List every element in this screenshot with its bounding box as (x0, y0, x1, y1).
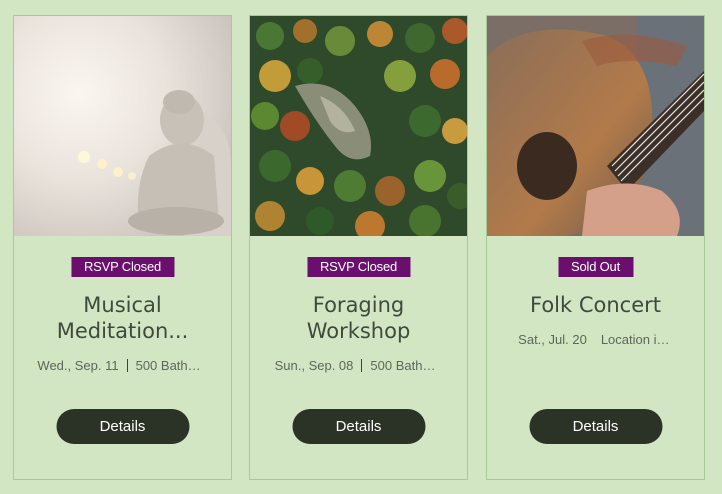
event-image[interactable] (250, 16, 467, 236)
event-card: RSVP Closed Musical Meditation... Wed., … (13, 15, 232, 480)
details-button[interactable]: Details (529, 409, 662, 444)
event-meta: Sun., Sep. 08 500 Bathurst St (256, 358, 461, 373)
guitar-image (487, 16, 704, 236)
event-location: 500 Bathurst St (135, 358, 208, 373)
event-date: Sun., Sep. 08 (274, 358, 354, 373)
divider (126, 359, 128, 372)
status-badge: RSVP Closed (306, 257, 411, 277)
event-date: Wed., Sep. 11 (37, 358, 119, 373)
status-badge: Sold Out (558, 257, 633, 277)
forest-aerial-image (250, 16, 467, 236)
details-button[interactable]: Details (56, 409, 189, 444)
event-card: Sold Out Folk Concert Sat., Jul. 20 Locat… (486, 15, 705, 480)
event-title[interactable]: Folk Concert (497, 292, 694, 318)
event-meta: Sat., Jul. 20 Location is TBD (493, 332, 698, 347)
buddha-statue-image (14, 16, 231, 236)
event-location: Location is TBD (600, 332, 673, 347)
event-date: Sat., Jul. 20 (518, 332, 587, 347)
event-location: 500 Bathurst St (370, 358, 443, 373)
event-image[interactable] (487, 16, 704, 236)
status-badge: RSVP Closed (70, 257, 175, 277)
event-card: RSVP Closed Foraging Workshop Sun., Sep.… (249, 15, 468, 480)
event-title[interactable]: Musical Meditation... (24, 292, 221, 344)
event-image[interactable] (14, 16, 231, 236)
event-meta: Wed., Sep. 11 500 Bathurst St (20, 358, 225, 373)
divider (361, 359, 363, 372)
details-button[interactable]: Details (292, 409, 425, 444)
event-title[interactable]: Foraging Workshop (260, 292, 457, 344)
